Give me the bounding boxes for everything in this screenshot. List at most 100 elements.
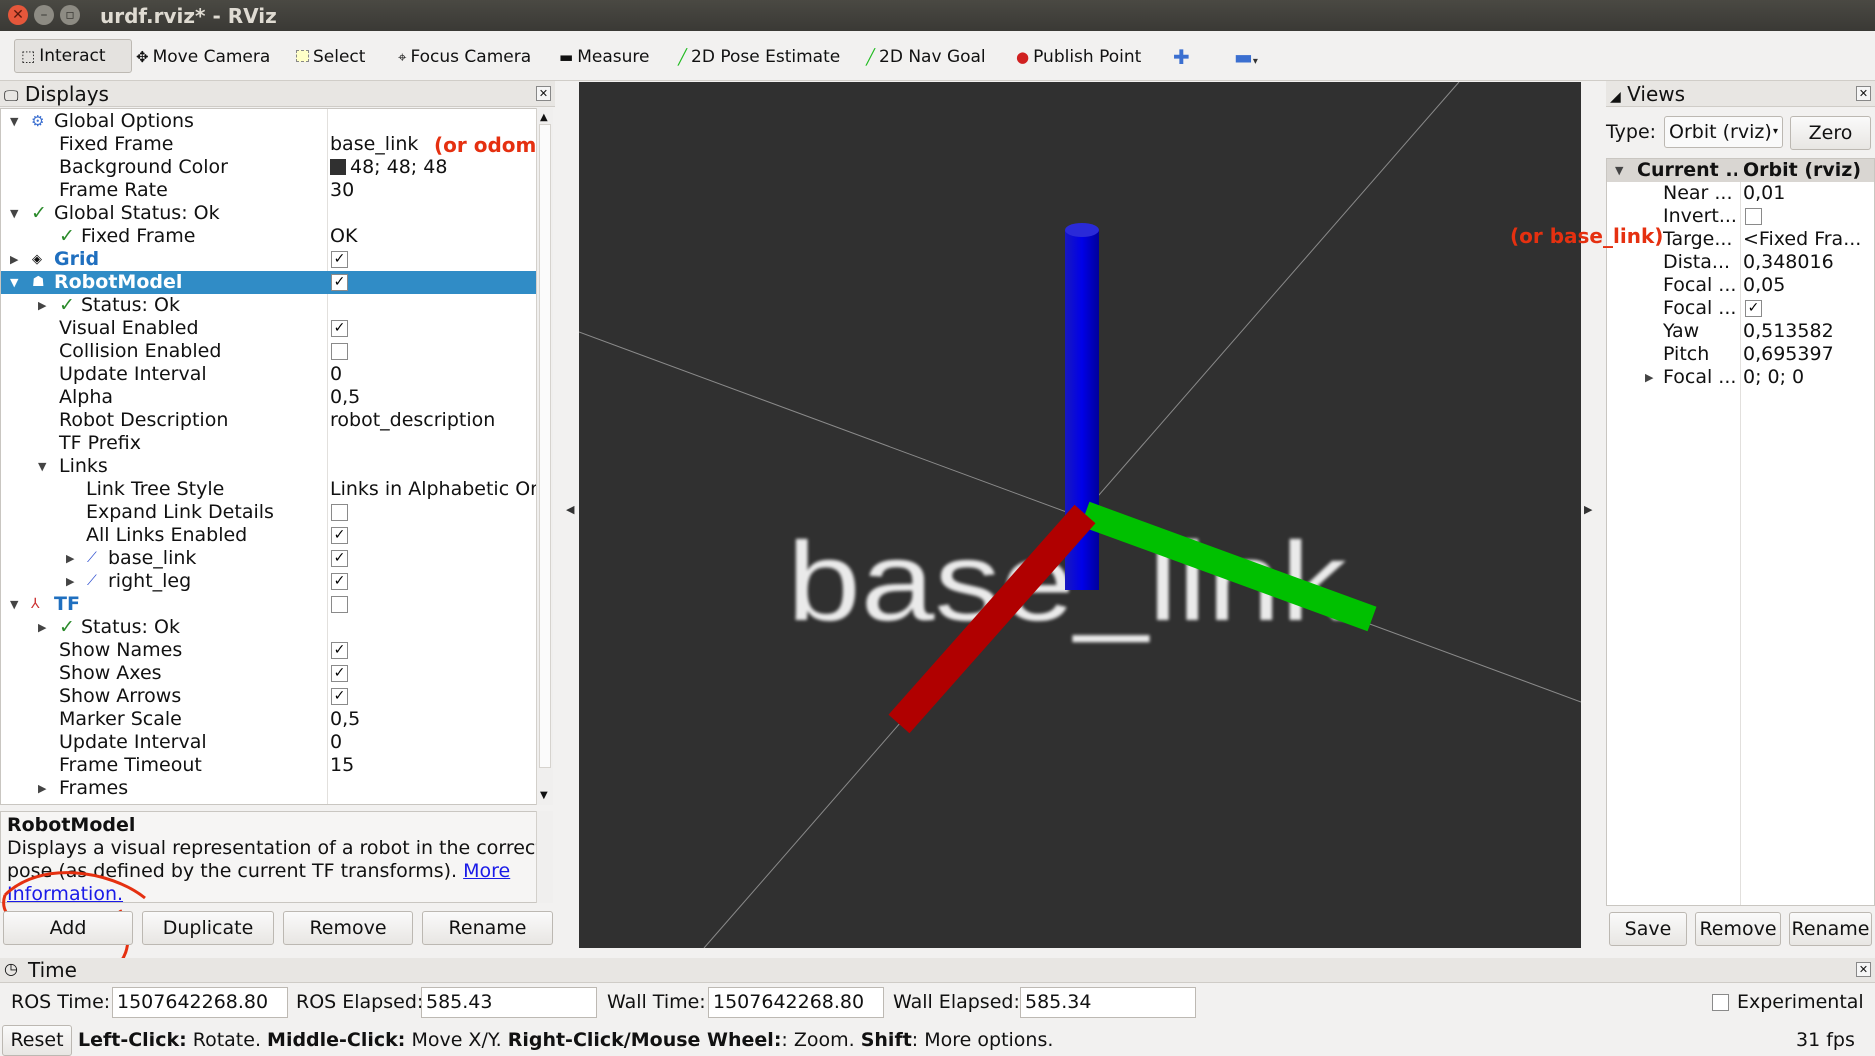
remove-view-button[interactable]: Remove <box>1695 912 1781 946</box>
tree-row-right-leg[interactable]: ▶ ⟋ right_leg ✓ <box>1 570 536 593</box>
row-value[interactable]: 0; 0; 0 <box>1743 366 1874 389</box>
tree-row-links[interactable]: ▼ Links <box>1 455 536 478</box>
scrollbar-thumb[interactable] <box>539 124 551 768</box>
tree-row-global-status[interactable]: ▼ ✓ Global Status: Ok <box>1 202 536 225</box>
focal-shape-fixed-checkbox[interactable]: ✓ <box>1745 300 1762 317</box>
tree-row-frame-timeout[interactable]: Frame Timeout 15 <box>1 754 536 777</box>
tree-row-show-names[interactable]: Show Names ✓ <box>1 639 536 662</box>
tf-enabled-checkbox[interactable] <box>331 596 348 613</box>
visual-enabled-checkbox[interactable]: ✓ <box>331 320 348 337</box>
tree-row-update-interval[interactable]: Update Interval 0 <box>1 363 536 386</box>
add-display-button[interactable]: Add <box>3 911 133 945</box>
view-type-select[interactable]: Orbit (rviz) ▾ <box>1664 116 1783 148</box>
row-value[interactable]: <Fixed Fra... <box>1743 228 1874 251</box>
tree-row-fixed-frame-status[interactable]: ✓ Fixed Frame OK <box>1 225 536 248</box>
tree-row-show-axes[interactable]: Show Axes ✓ <box>1 662 536 685</box>
tree-row-all-links-enabled[interactable]: All Links Enabled ✓ <box>1 524 536 547</box>
tree-row-visual-enabled[interactable]: Visual Enabled ✓ <box>1 317 536 340</box>
tree-row-robot-description[interactable]: Robot Description robot_description <box>1 409 536 432</box>
tree-row-show-arrows[interactable]: Show Arrows ✓ <box>1 685 536 708</box>
alpha-value[interactable]: 0,5 <box>330 386 536 409</box>
remove-tool-icon[interactable]: ▬▾ <box>1234 43 1258 71</box>
view-row-focal-point[interactable]: ▶ Focal ... 0; 0; 0 <box>1607 366 1874 389</box>
tf-update-interval-value[interactable]: 0 <box>330 731 536 754</box>
tree-row-marker-scale[interactable]: Marker Scale 0,5 <box>1 708 536 731</box>
row-value[interactable]: 0,513582 <box>1743 320 1874 343</box>
view-row-focal-shape-size[interactable]: Focal ... 0,05 <box>1607 274 1874 297</box>
tree-row-robotmodel-status[interactable]: ▶ ✓ Status: Ok <box>1 294 536 317</box>
frame-rate-value[interactable]: 30 <box>330 179 536 202</box>
current-view-row[interactable]: ▼ Current ... Orbit (rviz) <box>1607 159 1874 182</box>
tree-row-grid[interactable]: ▶ ◈ Grid ✓ <box>1 248 536 271</box>
pose-estimate-tool-button[interactable]: ╱ 2D Pose Estimate <box>678 43 840 71</box>
scroll-up-icon[interactable]: ▲ <box>540 112 548 123</box>
tree-row-tf[interactable]: ▼ ⅄ TF <box>1 593 536 616</box>
rename-view-button[interactable]: Rename <box>1789 912 1872 946</box>
wall-time-field[interactable]: 1507642268.80 <box>708 987 884 1018</box>
view-row-yaw[interactable]: Yaw 0,513582 <box>1607 320 1874 343</box>
expand-link-details-checkbox[interactable] <box>331 504 348 521</box>
show-names-checkbox[interactable]: ✓ <box>331 642 348 659</box>
grid-enabled-checkbox[interactable]: ✓ <box>331 251 348 268</box>
viewport-scene[interactable]: base_link <box>579 82 1581 948</box>
update-interval-value[interactable]: 0 <box>330 363 536 386</box>
3d-viewport[interactable]: base_link <box>579 82 1581 948</box>
remove-display-button[interactable]: Remove <box>283 911 413 945</box>
publish-point-tool-button[interactable]: ● Publish Point <box>1016 43 1141 71</box>
tree-row-robotmodel[interactable]: ▼ ☗ RobotModel ✓ <box>1 271 536 294</box>
view-row-near-clip[interactable]: Near ... 0,01 <box>1607 182 1874 205</box>
experimental-checkbox[interactable] <box>1712 994 1729 1011</box>
tree-row-frames[interactable]: ▶ Frames <box>1 777 536 800</box>
tree-row-frame-rate[interactable]: Frame Rate 30 <box>1 179 536 202</box>
marker-scale-value[interactable]: 0,5 <box>330 708 536 731</box>
close-panel-icon[interactable]: ✕ <box>1856 962 1871 977</box>
right-leg-checkbox[interactable]: ✓ <box>331 573 348 590</box>
tree-row-base-link[interactable]: ▶ ⟋ base_link ✓ <box>1 547 536 570</box>
tree-row-collision-enabled[interactable]: Collision Enabled <box>1 340 536 363</box>
tree-row-alpha[interactable]: Alpha 0,5 <box>1 386 536 409</box>
show-arrows-checkbox[interactable]: ✓ <box>331 688 348 705</box>
close-window-button[interactable]: ✕ <box>8 5 28 25</box>
rename-display-button[interactable]: Rename <box>422 911 553 945</box>
select-tool-button[interactable]: Select <box>296 43 365 71</box>
tree-row-tf-status[interactable]: ▶ ✓ Status: Ok <box>1 616 536 639</box>
tree-row-expand-link-details[interactable]: Expand Link Details <box>1 501 536 524</box>
maximize-window-button[interactable]: ▫ <box>60 5 80 25</box>
tree-row-background-color[interactable]: Background Color 48; 48; 48 <box>1 156 536 179</box>
view-row-pitch[interactable]: Pitch 0,695397 <box>1607 343 1874 366</box>
move-camera-tool-button[interactable]: ✥ Move Camera <box>136 43 270 71</box>
collision-enabled-checkbox[interactable] <box>331 343 348 360</box>
tree-row-tf-update-interval[interactable]: Update Interval 0 <box>1 731 536 754</box>
add-tool-icon[interactable]: ✚ <box>1173 43 1190 71</box>
row-value[interactable]: 0,05 <box>1743 274 1874 297</box>
background-color-value[interactable]: 48; 48; 48 <box>330 156 536 179</box>
row-value[interactable]: 0,695397 <box>1743 343 1874 366</box>
close-panel-icon[interactable]: ✕ <box>1856 86 1871 101</box>
ros-elapsed-field[interactable]: 585.43 <box>421 987 597 1018</box>
base-link-checkbox[interactable]: ✓ <box>331 550 348 567</box>
zero-button[interactable]: Zero <box>1790 116 1871 150</box>
row-value[interactable]: 0,01 <box>1743 182 1874 205</box>
collapse-right-icon[interactable]: ▶ <box>1584 503 1592 516</box>
view-row-focal-shape-fixed[interactable]: Focal ... ✓ <box>1607 297 1874 320</box>
wall-elapsed-field[interactable]: 585.34 <box>1020 987 1196 1018</box>
measure-tool-button[interactable]: ▬ Measure <box>559 43 649 71</box>
description-scrollbar[interactable] <box>536 811 553 903</box>
scroll-down-icon[interactable]: ▼ <box>540 790 548 801</box>
interact-tool-button[interactable]: ⬚ Interact <box>14 39 132 73</box>
tree-row-link-tree-style[interactable]: Link Tree Style Links in Alphabetic Or... <box>1 478 536 501</box>
all-links-enabled-checkbox[interactable]: ✓ <box>331 527 348 544</box>
robot-description-value[interactable]: robot_description <box>330 409 536 432</box>
minimize-window-button[interactable]: – <box>34 5 54 25</box>
collapse-left-icon[interactable]: ◀ <box>566 503 574 516</box>
view-row-distance[interactable]: Dista... 0,348016 <box>1607 251 1874 274</box>
invert-z-checkbox[interactable] <box>1745 208 1762 225</box>
link-tree-style-value[interactable]: Links in Alphabetic Or... <box>330 478 536 501</box>
ros-time-field[interactable]: 1507642268.80 <box>112 987 288 1018</box>
tree-row-global-options[interactable]: ▼ ⚙ Global Options <box>1 110 536 133</box>
nav-goal-tool-button[interactable]: ╱ 2D Nav Goal <box>866 43 986 71</box>
reset-button[interactable]: Reset <box>2 1025 72 1056</box>
row-value[interactable]: 0,348016 <box>1743 251 1874 274</box>
frame-timeout-value[interactable]: 15 <box>330 754 536 777</box>
displays-scrollbar[interactable]: ▲ ▼ <box>536 108 553 805</box>
